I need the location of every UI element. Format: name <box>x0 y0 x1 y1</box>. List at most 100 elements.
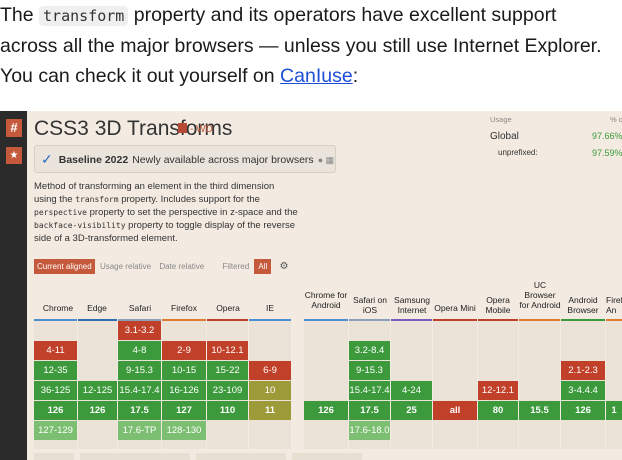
support-cell-partial-current[interactable]: 11 <box>249 401 291 420</box>
checkmark-icon: ✓ <box>41 151 53 167</box>
column-bg <box>433 321 477 449</box>
view-tabs: Current aligned Usage relative Date rela… <box>34 259 288 275</box>
desc-line: side of a 3D-transformed element. <box>34 233 178 244</box>
support-cell-current[interactable]: 126 <box>304 401 348 420</box>
baseline-badge: ✓ Baseline 2022 Newly available across maj… <box>34 145 336 173</box>
desc-line: Method of transforming an element in the… <box>34 181 275 192</box>
info-icon[interactable]: ● ▦ <box>318 155 334 165</box>
caniuse-screenshot: # ★ CSS3 3D Transforms - WD ✓ Baseline 20… <box>0 111 622 460</box>
text: property. Includes support for the <box>118 194 260 205</box>
support-cell[interactable]: 17.6-TP <box>118 421 161 440</box>
caniuse-link[interactable]: CanIuse <box>280 65 353 87</box>
bottom-tab[interactable] <box>34 453 74 460</box>
support-cell[interactable]: 4-24 <box>391 381 432 400</box>
support-cell[interactable]: 15.4-17.4 <box>118 381 161 400</box>
tab-all[interactable]: All <box>254 259 272 274</box>
support-cell[interactable]: 6-9 <box>249 361 291 380</box>
browser-header-safari-ios: Safari on iOS <box>352 295 388 315</box>
tab-usage-relative[interactable]: Usage relative <box>97 259 154 274</box>
support-cell-current[interactable]: 126 <box>78 401 117 420</box>
permalink-button[interactable]: # <box>6 119 22 137</box>
support-cell-partial[interactable]: 10 <box>249 381 291 400</box>
support-cell-current[interactable]: 127 <box>162 401 206 420</box>
support-cell[interactable]: 3.1-3.2 <box>118 321 161 340</box>
support-cell[interactable]: 17.6-18.0 <box>349 421 390 440</box>
support-cell[interactable]: 12-12.1 <box>478 381 518 400</box>
support-cell[interactable]: 15.4-17.4 <box>349 381 390 400</box>
usage-label: Usage <box>490 115 512 124</box>
unprefixed-value: 97.59% <box>592 148 622 158</box>
column-bg <box>519 321 560 449</box>
spec-status[interactable]: - WD <box>178 123 213 135</box>
tab-filtered[interactable]: Filtered <box>219 259 252 274</box>
support-cell[interactable]: 15-22 <box>207 361 248 380</box>
bottom-tab[interactable] <box>80 453 190 460</box>
browser-header-firefox-android: Firefo An <box>606 295 622 315</box>
support-cell-current[interactable]: 17.5 <box>349 401 390 420</box>
feature-description: Method of transforming an element in the… <box>34 180 304 245</box>
support-cell[interactable]: 36-125 <box>34 381 77 400</box>
code-backface: backface-visibility <box>34 221 126 230</box>
browser-header-uc: UC Browser for Android <box>519 280 561 310</box>
support-cell[interactable]: 16-126 <box>162 381 206 400</box>
support-cell-current[interactable]: 25 <box>391 401 432 420</box>
article-text: The transform property and its operators… <box>0 0 622 91</box>
browser-header-chrome: Chrome <box>42 303 74 313</box>
text: property to toggle display of the revers… <box>125 220 296 231</box>
text: You can check it out yourself on <box>0 65 281 87</box>
tab-date-relative[interactable]: Date relative <box>156 259 207 274</box>
bottom-tab[interactable] <box>196 453 286 460</box>
browser-header-chrome-android: Chrome for Android <box>304 290 348 310</box>
support-cell-current[interactable]: 126 <box>561 401 605 420</box>
support-cell-current[interactable]: 110 <box>207 401 248 420</box>
spec-icon <box>178 123 187 133</box>
support-cell[interactable]: 23-109 <box>207 381 248 400</box>
support-cell-current[interactable]: 15.5 <box>519 401 560 420</box>
support-cell[interactable]: 9-15.3 <box>349 361 390 380</box>
text: using the <box>34 194 76 205</box>
support-cell[interactable]: 4-8 <box>118 341 161 360</box>
baseline-label: Baseline 2022 <box>58 154 129 166</box>
support-cell[interactable]: 128-130 <box>162 421 206 440</box>
browser-header-android: Android Browser <box>567 295 599 315</box>
usage-pct-label: % o <box>610 115 622 124</box>
status-text: - WD <box>190 124 213 135</box>
bottom-tab[interactable] <box>292 453 362 460</box>
support-cell[interactable]: 3-4.4.4 <box>561 381 605 400</box>
global-value: 97.66% <box>592 131 622 141</box>
support-cell[interactable]: 3.2-8.4 <box>349 341 390 360</box>
tab-current-aligned[interactable]: Current aligned <box>34 259 95 274</box>
support-cell[interactable]: 4-11 <box>34 341 77 360</box>
support-cell[interactable]: 9-15.3 <box>118 361 161 380</box>
paragraph-line-2: across all the major browsers — unless y… <box>0 35 602 57</box>
column-bg <box>606 321 622 449</box>
support-cell-current[interactable]: 1 <box>606 401 622 420</box>
paragraph-line-1: The transform property and its operators… <box>0 0 622 31</box>
support-cell[interactable]: 10-15 <box>162 361 206 380</box>
support-cell[interactable]: 127-129 <box>34 421 77 440</box>
gear-icon[interactable]: ⚙ <box>280 261 289 272</box>
text: The <box>0 4 40 26</box>
baseline-text: Newly available across major browsers <box>132 154 314 166</box>
desc-line: perspective property to set the perspect… <box>34 206 304 219</box>
support-cell-current[interactable]: all <box>433 401 477 420</box>
browser-header-safari: Safari <box>128 303 152 313</box>
support-cell-current[interactable]: 17.5 <box>118 401 161 420</box>
star-icon[interactable]: ★ <box>6 147 22 164</box>
browser-header-edge: Edge <box>87 303 107 313</box>
support-cell[interactable]: 2.1-2.3 <box>561 361 605 380</box>
support-cell[interactable]: 12-125 <box>78 381 117 400</box>
browser-header-opera: Opera <box>216 303 240 313</box>
browser-header-ie: IE <box>265 303 275 313</box>
support-cell-current[interactable]: 80 <box>478 401 518 420</box>
support-cell[interactable]: 10-12.1 <box>207 341 248 360</box>
left-toolbar: # ★ <box>0 111 27 460</box>
support-cell-current[interactable]: 126 <box>34 401 77 420</box>
code-perspective: perspective <box>34 208 87 217</box>
support-cell[interactable]: 12-35 <box>34 361 77 380</box>
column-bg <box>304 321 348 449</box>
browser-header-opera-mini: Opera Mini <box>434 303 476 313</box>
code-transform: transform <box>75 195 119 204</box>
support-cell[interactable]: 2-9 <box>162 341 206 360</box>
inline-code-transform: transform <box>39 6 129 26</box>
